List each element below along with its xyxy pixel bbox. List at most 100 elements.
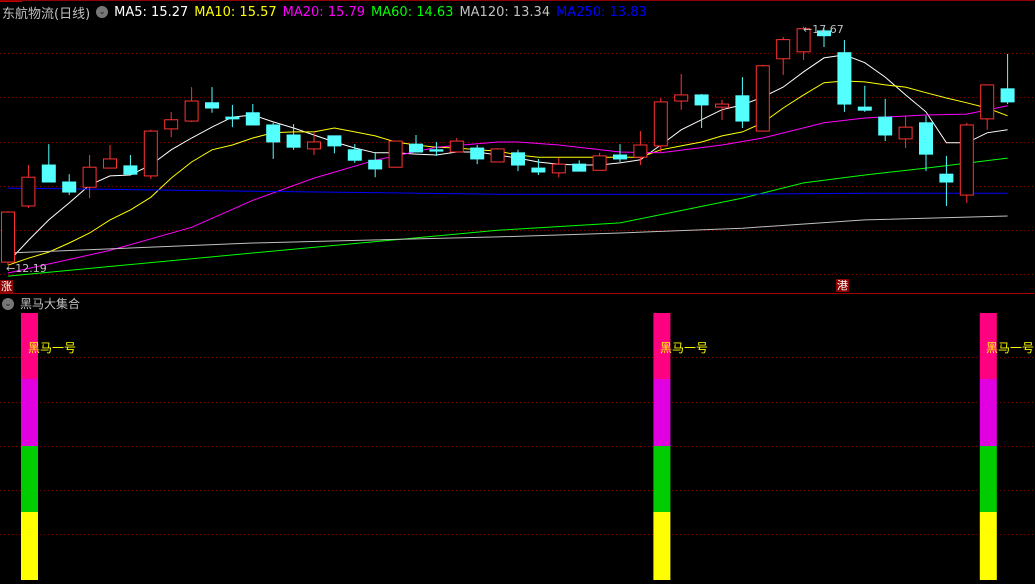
candle-body (755, 65, 770, 132)
rise-badge: 涨 (0, 280, 13, 293)
low-price-label: ←12.19 (6, 262, 47, 275)
candle (368, 151, 383, 178)
indicator-name: 黑马大集合 (20, 297, 81, 311)
stock-title[interactable]: 东航物流(日线) (2, 3, 90, 22)
candle (715, 99, 729, 121)
candle-body (857, 106, 872, 111)
candle-body (368, 159, 383, 170)
chart-header: 东航物流(日线) ⌄ MA5: 15.27 MA10: 15.57 MA20: … (0, 2, 653, 22)
candle-body (21, 176, 36, 207)
candle (184, 87, 199, 122)
candle-body (878, 116, 893, 136)
candle-body (327, 135, 342, 147)
candle (449, 138, 464, 153)
candle (266, 122, 281, 159)
candle-body (143, 130, 158, 177)
ma5-line (7, 54, 1008, 263)
ma-lines (7, 54, 1008, 277)
candle (143, 129, 158, 179)
candle-body (674, 94, 689, 102)
candle (857, 85, 872, 112)
candle (572, 160, 587, 172)
candle (327, 135, 342, 154)
signal-segment (653, 512, 671, 580)
ma120-label: MA120: 13.34 (459, 4, 551, 20)
indicator-title[interactable]: ⌄ 黑马大集合 (2, 295, 80, 312)
candle-body (449, 140, 464, 153)
ma250-label: MA250: 13.83 (556, 4, 647, 20)
candle-body (62, 181, 77, 193)
chevron-down-icon[interactable]: ⌄ (96, 6, 109, 18)
candle (41, 144, 56, 183)
candle-body (776, 39, 791, 60)
candle-body (572, 163, 587, 172)
candle-body (980, 84, 995, 120)
candle (1000, 53, 1015, 105)
kline-chart[interactable]: ←12.19 ←17.67 (0, 0, 1035, 584)
ma120-line (7, 215, 1008, 254)
candle (694, 94, 709, 129)
candle (286, 124, 301, 150)
candle (592, 152, 607, 171)
ma20-line (7, 105, 1008, 274)
ma10-line (7, 80, 1008, 266)
candle (388, 140, 403, 168)
candle (980, 84, 995, 130)
candle-body (735, 95, 750, 122)
candle (490, 148, 505, 163)
candle (959, 122, 974, 203)
candle-body (164, 119, 179, 130)
signal-label: 黑马一号 (660, 341, 709, 355)
chevron-down-icon[interactable]: ⌄ (2, 297, 14, 310)
candle-body (347, 149, 362, 161)
candle (470, 145, 485, 165)
candle (551, 158, 566, 178)
candle-body (653, 101, 668, 147)
signal-segment (979, 446, 997, 512)
candle-body (184, 100, 199, 122)
candle-body (286, 134, 301, 148)
candle-body (1000, 88, 1015, 103)
candle-body (388, 140, 403, 168)
candle (633, 131, 648, 166)
signal-segment (979, 379, 997, 446)
ma5-label: MA5: 15.27 (114, 4, 189, 20)
candle (653, 97, 668, 152)
candle (735, 77, 750, 129)
candle (1, 211, 15, 266)
candle-body (898, 126, 913, 140)
candle (939, 155, 954, 206)
candle-body (694, 94, 709, 106)
candle (837, 40, 852, 112)
candle-body (103, 158, 117, 169)
candle (674, 74, 689, 110)
ma60-line (7, 157, 1008, 277)
candle (919, 115, 933, 172)
candle (82, 155, 97, 199)
candle-body (225, 116, 240, 120)
signal-label: 黑马一号 (986, 341, 1035, 355)
candle (755, 64, 770, 132)
signal-segment (979, 512, 997, 580)
candle-body (551, 163, 566, 174)
candle (103, 145, 117, 169)
candle-body (266, 124, 281, 143)
candle (776, 37, 791, 75)
candle-body (41, 164, 56, 183)
signal-label: 黑马一号 (28, 341, 77, 355)
signal-segment (21, 379, 38, 446)
candle-body (592, 155, 607, 171)
candle-body (123, 165, 138, 175)
hk-badge: 港 (836, 279, 849, 292)
candle-body (939, 173, 954, 183)
candle (205, 87, 219, 113)
candle-body (959, 124, 974, 196)
candle-body (919, 122, 933, 155)
candle-body (511, 152, 525, 166)
candle-body (409, 143, 423, 153)
candle (62, 174, 77, 196)
candle (898, 115, 913, 149)
candle-body (715, 103, 729, 108)
candle (21, 165, 36, 209)
candle (511, 149, 525, 172)
